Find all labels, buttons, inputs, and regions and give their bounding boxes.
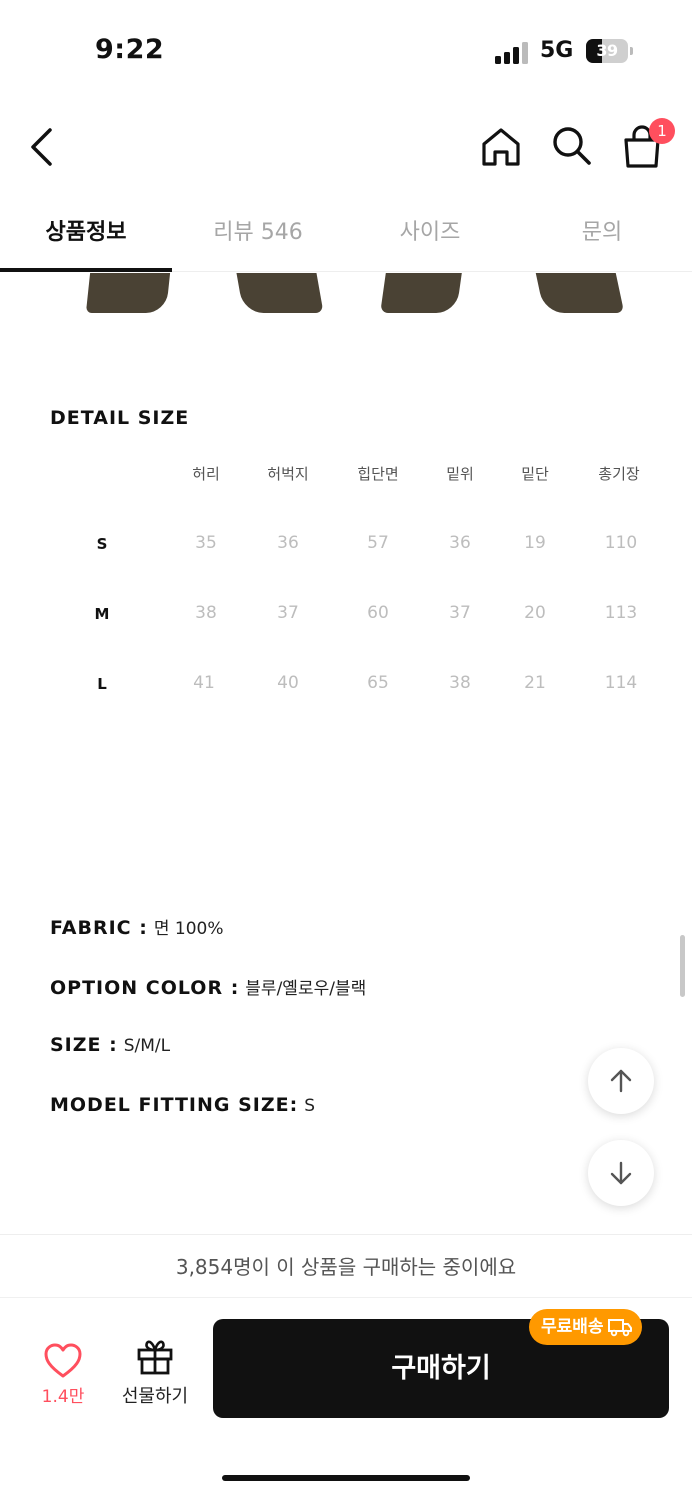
network-type: 5G: [540, 38, 574, 63]
home-icon: [482, 128, 520, 166]
spec-key: MODEL FITTING SIZE:: [50, 1094, 299, 1116]
search-icon: [553, 127, 591, 165]
size-row-label: S: [96, 535, 108, 553]
table-cell: 19: [524, 533, 546, 553]
column-header: 힙단면: [357, 465, 399, 483]
battery-percent: 39: [596, 41, 618, 60]
home-indicator: [222, 1475, 470, 1481]
spec-option-color: OPTION COLOR : 블루/옐로우/블랙: [50, 974, 366, 999]
column-header: 총기장: [598, 465, 640, 483]
table-cell: 114: [604, 673, 638, 693]
table-cell: 40: [277, 673, 299, 693]
column-header: 허리: [192, 465, 220, 483]
column-header: 밑단: [521, 465, 549, 483]
like-button[interactable]: 1.4만: [30, 1338, 96, 1408]
battery-icon: 39: [586, 39, 628, 63]
table-cell: 113: [604, 603, 638, 623]
search-button[interactable]: [548, 122, 594, 168]
spec-value: S/M/L: [123, 1036, 171, 1056]
signal-icon: [495, 42, 531, 64]
arrow-down-icon: [610, 1161, 632, 1185]
cart-badge: 1: [649, 118, 675, 144]
table-cell: 36: [449, 533, 471, 553]
spec-value: S: [304, 1096, 316, 1116]
spec-fabric: FABRIC :면 100%: [50, 914, 224, 939]
column-header: 허벅지: [267, 465, 309, 483]
spec-key: OPTION COLOR :: [50, 977, 240, 999]
truck-icon: [607, 1319, 632, 1337]
table-cell: 21: [524, 673, 546, 693]
table-cell: 36: [277, 533, 299, 553]
spec-key: FABRIC :: [50, 917, 148, 939]
gift-label: 선물하기: [121, 1386, 189, 1407]
spec-model-fitting-size: MODEL FITTING SIZE: S: [50, 1094, 315, 1116]
tab-inquiry[interactable]: 문의: [516, 195, 688, 272]
status-bar: 9:22 5G 39: [0, 0, 692, 100]
detail-size-title: DETAIL SIZE: [50, 407, 190, 429]
table-cell: 37: [277, 603, 299, 623]
scroll-top-button[interactable]: [588, 1048, 654, 1114]
scrollbar[interactable]: [680, 935, 685, 997]
top-navigation: 1: [0, 100, 692, 195]
spec-value: 블루/옐로우/블랙: [245, 979, 367, 999]
chevron-left-icon: [31, 128, 52, 166]
spec-key: SIZE :: [50, 1034, 118, 1056]
table-cell: 65: [367, 673, 389, 693]
cart-button[interactable]: 1: [618, 118, 675, 172]
table-cell: 35: [195, 533, 217, 553]
table-cell: 38: [195, 603, 217, 623]
table-cell: 37: [449, 603, 471, 623]
table-cell: 41: [193, 673, 215, 693]
heart-icon: [44, 1343, 82, 1378]
back-button[interactable]: [22, 122, 62, 172]
free-shipping-badge: 무료배송: [529, 1309, 642, 1345]
spec-size: SIZE : S/M/L: [50, 1034, 170, 1056]
purchase-notice: 3,854명이 이 상품을 구매하는 중이에요: [0, 1234, 692, 1298]
size-row-label: M: [94, 605, 110, 623]
tab-product-info[interactable]: 상품정보: [0, 195, 172, 272]
home-button[interactable]: [478, 124, 524, 170]
free-shipping-label: 무료배송: [541, 1317, 604, 1337]
arrow-up-icon: [610, 1069, 632, 1093]
scroll-bottom-button[interactable]: [588, 1140, 654, 1206]
table-cell: 57: [367, 533, 389, 553]
status-time: 9:22: [95, 34, 165, 65]
table-cell: 20: [524, 603, 546, 623]
gift-icon: [137, 1340, 173, 1375]
spec-value: 면 100%: [153, 919, 224, 939]
table-cell: 60: [367, 603, 389, 623]
gift-button[interactable]: 선물하기: [113, 1338, 197, 1408]
product-image: [0, 273, 692, 321]
like-count: 1.4만: [41, 1387, 85, 1407]
product-tabs: 상품정보 리뷰 546 사이즈 문의: [0, 195, 692, 272]
column-header: 밑위: [446, 465, 474, 483]
tab-reviews[interactable]: 리뷰 546: [172, 195, 344, 272]
table-cell: 38: [449, 673, 471, 693]
table-cell: 110: [604, 533, 638, 553]
size-row-label: L: [97, 675, 107, 693]
battery-cap: [630, 47, 633, 55]
tab-size[interactable]: 사이즈: [344, 195, 516, 272]
bottom-action-bar: 1.4만 선물하기 구매하기 무료배송: [0, 1298, 692, 1500]
